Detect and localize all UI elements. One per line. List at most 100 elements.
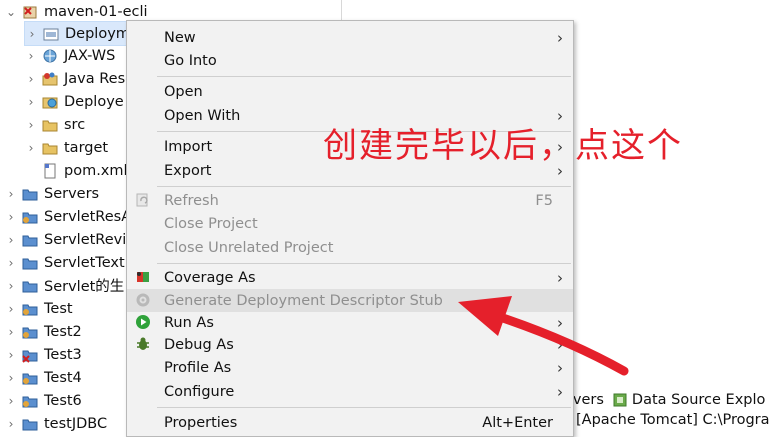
chevron-right-icon[interactable]: › (4, 348, 18, 362)
chevron-right-icon[interactable]: › (4, 371, 18, 385)
refresh-icon (135, 192, 151, 208)
tree-item-project[interactable]: › Test3 (4, 343, 82, 366)
chevron-right-icon[interactable]: › (24, 49, 38, 63)
submenu-arrow-icon: › (557, 382, 563, 401)
tree-item-project[interactable]: › Test6 (4, 389, 82, 412)
menu-separator (157, 186, 571, 187)
submenu-arrow-icon: › (557, 358, 563, 377)
tree-item-label: Test4 (44, 369, 82, 386)
tree-item-label: ServletResA (44, 208, 132, 225)
tree-item-project[interactable]: › Test2 (4, 320, 82, 343)
chevron-right-icon[interactable]: › (4, 325, 18, 339)
deployment-descriptor-icon (43, 26, 59, 42)
menu-separator (157, 76, 571, 77)
tree-item-label: Java Reso (64, 70, 135, 87)
bottom-views-panel: ervers Data Source Explo [Apache Tomcat]… (558, 386, 774, 435)
tree-item-label: Servlet的生 (44, 279, 125, 295)
submenu-arrow-icon: › (557, 313, 563, 332)
maven-project-error-icon (22, 4, 38, 20)
gear-icon (135, 292, 151, 308)
menu-item-new[interactable]: New › (127, 26, 573, 49)
coverage-icon (135, 269, 151, 285)
view-divider (341, 0, 342, 20)
tree-item-label: maven-01-ecli (44, 3, 148, 20)
tree-item-src[interactable]: › src (24, 113, 86, 136)
server-entry[interactable]: [Apache Tomcat] C:\Progra (576, 412, 770, 428)
tree-item-jax-ws[interactable]: › JAX-WS (24, 44, 116, 67)
folder-icon (22, 186, 38, 202)
tree-item-project[interactable]: › Servlet的生 (4, 274, 125, 297)
tab-data-source-explorer[interactable]: Data Source Explo (612, 392, 766, 408)
web-project-icon (22, 209, 38, 225)
menu-item-go-into[interactable]: Go Into (127, 49, 573, 72)
chevron-right-icon[interactable]: › (24, 72, 38, 86)
chevron-right-icon[interactable]: › (4, 394, 18, 408)
submenu-arrow-icon: › (557, 335, 563, 354)
menu-item-refresh[interactable]: Refresh F5 (127, 189, 573, 212)
chevron-right-icon[interactable]: › (24, 118, 38, 132)
view-tabs: ervers Data Source Explo (558, 388, 773, 412)
tree-item-label: JAX-WS (64, 47, 116, 64)
chevron-right-icon[interactable]: › (4, 233, 18, 247)
web-project-icon (22, 301, 38, 317)
project-error-icon (22, 347, 38, 363)
submenu-arrow-icon: › (557, 28, 563, 47)
tree-item-label: Deploym (65, 25, 130, 42)
menu-item-debug-as[interactable]: Debug As › (127, 333, 573, 356)
tree-item-java-resources[interactable]: › Java Reso (24, 67, 134, 90)
java-resources-icon (42, 71, 58, 87)
menu-item-close-unrelated-project[interactable]: Close Unrelated Project (127, 236, 573, 259)
chevron-right-icon[interactable]: › (24, 141, 38, 155)
submenu-arrow-icon: › (557, 268, 563, 287)
tree-item-pom-xml[interactable]: pom.xml (42, 159, 128, 182)
debug-bug-icon (135, 336, 151, 352)
chevron-right-icon[interactable]: › (4, 210, 18, 224)
menu-item-properties[interactable]: Properties Alt+Enter (127, 411, 573, 434)
folder-icon (42, 117, 58, 133)
folder-icon (22, 255, 38, 271)
menu-item-coverage-as[interactable]: Coverage As › (127, 266, 573, 289)
xml-file-icon (42, 163, 58, 179)
tree-item-label: src (64, 116, 86, 133)
folder-icon (22, 416, 38, 432)
folder-icon (22, 278, 38, 294)
web-services-icon (42, 48, 58, 64)
chevron-right-icon[interactable]: › (24, 95, 38, 109)
tree-item-project[interactable]: › testJDBC (4, 412, 108, 435)
tree-item-target[interactable]: › target (24, 136, 109, 159)
data-source-icon (612, 392, 628, 408)
chevron-right-icon[interactable]: › (4, 279, 18, 293)
tree-item-project[interactable]: › ServletRevi (4, 228, 127, 251)
deployed-resources-icon (42, 94, 58, 110)
chevron-right-icon[interactable]: › (4, 417, 18, 431)
run-icon (135, 314, 151, 330)
web-project-icon (22, 393, 38, 409)
tree-item-deployed-resources[interactable]: › Deploye (24, 90, 124, 113)
menu-item-generate-deployment-descriptor-stub[interactable]: Generate Deployment Descriptor Stub (127, 289, 573, 312)
tree-item-project[interactable]: › ServletText (4, 251, 125, 274)
menu-item-close-project[interactable]: Close Project (127, 212, 573, 235)
menu-item-open[interactable]: Open (127, 80, 573, 103)
tree-item-label: Test (44, 300, 73, 317)
chevron-down-icon[interactable]: ⌄ (4, 5, 18, 19)
tree-item-project[interactable]: › ServletResA (4, 205, 132, 228)
chevron-right-icon[interactable]: › (4, 302, 18, 316)
tree-item-label: Test2 (44, 323, 82, 340)
tree-item-project[interactable]: › Test4 (4, 366, 82, 389)
tab-label: Data Source Explo (631, 392, 766, 408)
chevron-right-icon[interactable]: › (4, 187, 18, 201)
menu-item-configure[interactable]: Configure › (127, 380, 573, 403)
context-menu: New › Go Into Open Open With › Import › … (126, 20, 574, 437)
annotation-text: 创建完毕以后，点这个 (323, 126, 683, 166)
tree-item-label: pom.xml (64, 162, 128, 179)
tree-item-label: Test6 (44, 392, 82, 409)
tree-item-project[interactable]: › Test (4, 297, 73, 320)
menu-item-run-as[interactable]: Run As › (127, 311, 573, 334)
tree-item-label: Deploye (64, 93, 124, 110)
tree-item-deployment-descriptor[interactable]: › Deploym (24, 21, 135, 46)
tree-item-servers[interactable]: › Servers (4, 182, 100, 205)
tree-item-label: ServletText (44, 254, 125, 271)
chevron-right-icon[interactable]: › (4, 256, 18, 270)
menu-item-profile-as[interactable]: Profile As › (127, 356, 573, 379)
chevron-right-icon[interactable]: › (25, 27, 39, 41)
